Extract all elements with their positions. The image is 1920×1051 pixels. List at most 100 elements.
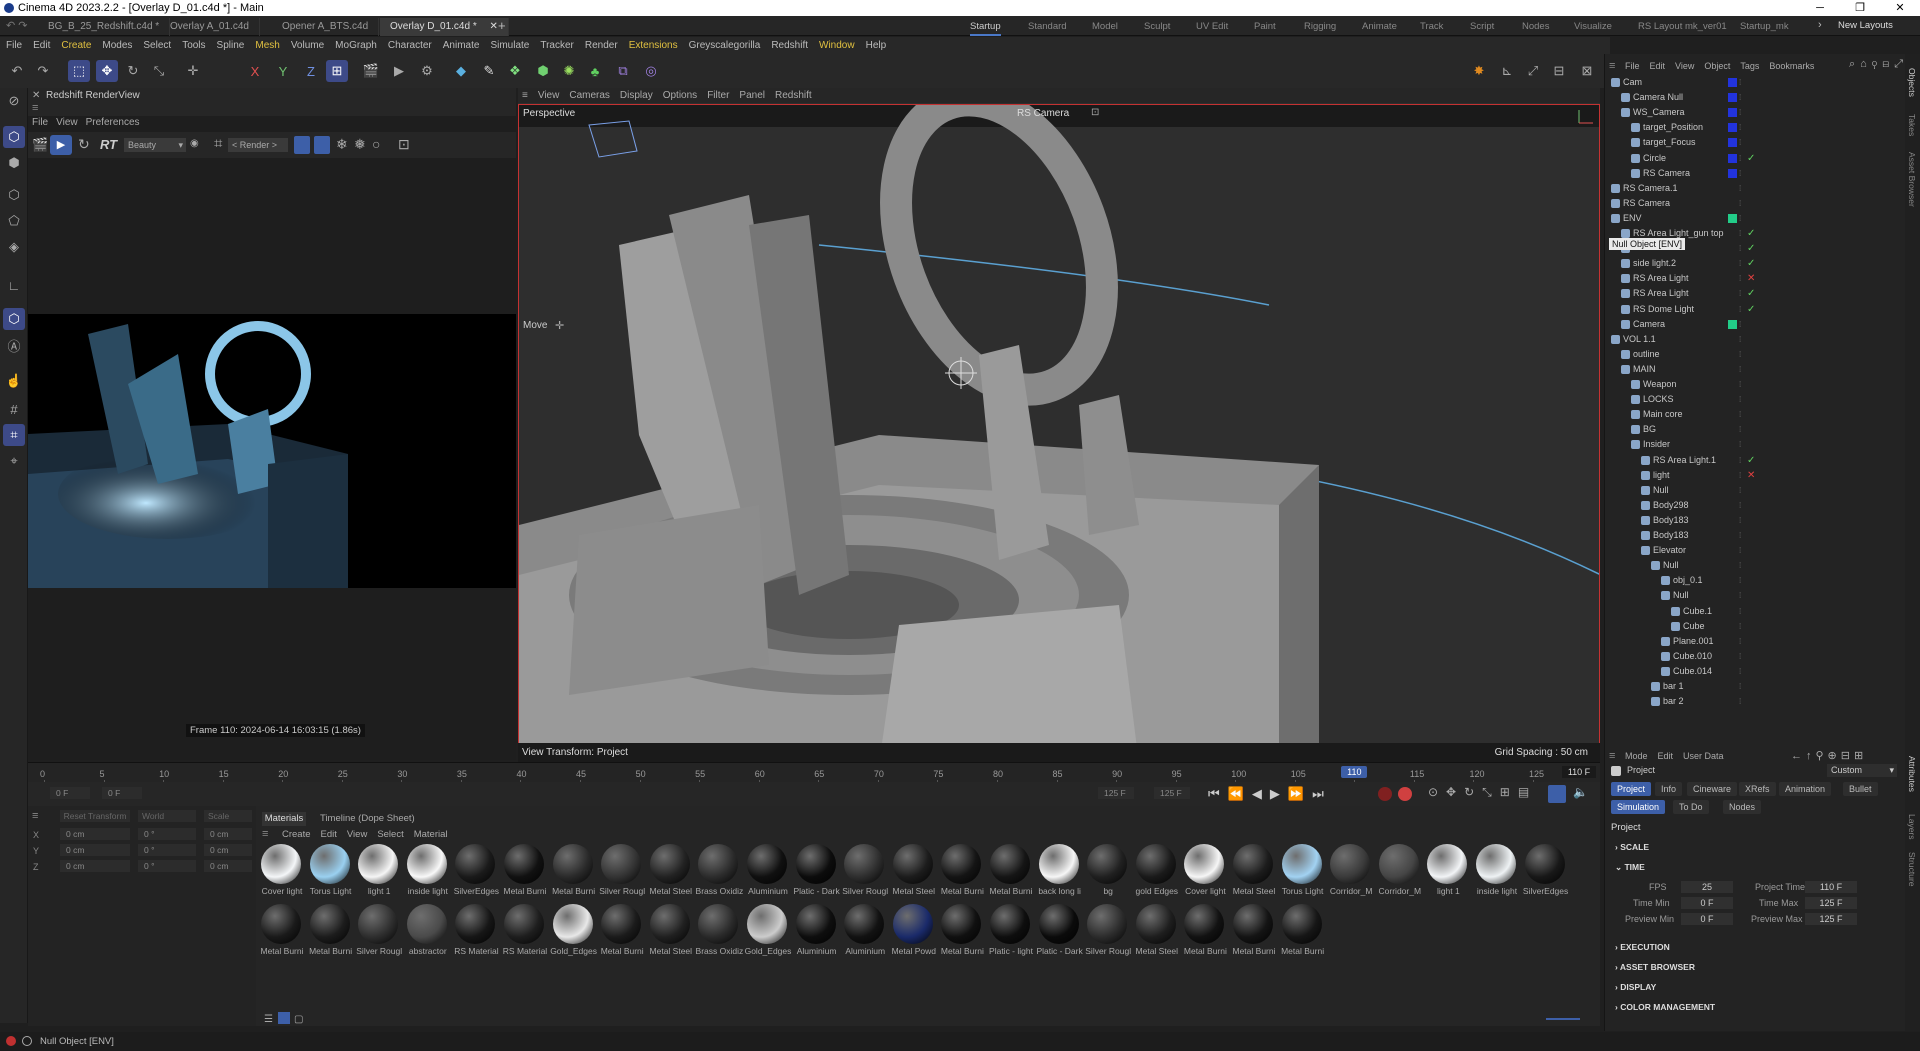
camera-icon[interactable]: ⊡: [1091, 107, 1099, 118]
tab-opener-a[interactable]: Opener A_BTS.c4d: [272, 18, 380, 36]
visibility-dots-icon[interactable]: ⁞: [1739, 634, 1741, 649]
visibility-dots-icon[interactable]: ⁞: [1739, 151, 1741, 166]
object-row[interactable]: BG ⁞: [1605, 422, 1905, 437]
menu-greyscalegorilla[interactable]: Greyscalegorilla: [689, 40, 761, 51]
mat-menu-view[interactable]: View: [347, 829, 367, 840]
material-swatch[interactable]: Metal Burni: [501, 844, 547, 904]
y-axis-icon[interactable]: Y: [272, 60, 294, 82]
visibility-dots-icon[interactable]: ⁞: [1739, 619, 1741, 634]
layout-sculpt[interactable]: Sculpt: [1144, 18, 1170, 36]
workplane-icon[interactable]: ⊾: [1496, 60, 1518, 82]
object-row[interactable]: RS Dome Light ⁞ ✓: [1605, 302, 1905, 317]
visibility-dots-icon[interactable]: ⁞: [1739, 347, 1741, 362]
timeline-current-frame[interactable]: 110: [1341, 766, 1368, 778]
vp-menu-cameras[interactable]: Cameras: [569, 90, 610, 101]
object-row[interactable]: Cube.014 ⁞: [1605, 664, 1905, 679]
object-row[interactable]: RS Area Light ⁞ ✓: [1605, 286, 1905, 301]
visibility-dots-icon[interactable]: ⁞: [1739, 256, 1741, 271]
close-icon[interactable]: ✕: [1880, 0, 1920, 16]
fps-field[interactable]: 25: [1681, 881, 1733, 893]
side-tab-objects[interactable]: Objects: [1907, 68, 1917, 97]
object-row[interactable]: Null ⁞: [1605, 558, 1905, 573]
layout-nodes[interactable]: Nodes: [1522, 18, 1549, 36]
visibility-dots-icon[interactable]: ⁞: [1739, 498, 1741, 513]
z-axis-icon[interactable]: Z: [300, 60, 322, 82]
menu-spline[interactable]: Spline: [217, 40, 245, 51]
material-swatch[interactable]: Corridor_M: [1376, 844, 1422, 904]
scale-y-field[interactable]: 0 cm: [204, 844, 252, 856]
disabled-x-icon[interactable]: ✕: [1747, 468, 1755, 483]
layouts-chevron-icon[interactable]: ›: [1818, 19, 1822, 31]
object-row[interactable]: obj_0.1 ⁞: [1605, 573, 1905, 588]
object-row[interactable]: Elevator ⁞: [1605, 543, 1905, 558]
menu-mograph[interactable]: MoGraph: [335, 40, 377, 51]
attr-menu-mode[interactable]: Mode: [1625, 751, 1648, 761]
material-swatch[interactable]: Platic - light: [987, 904, 1033, 964]
cloner-icon[interactable]: ✺: [558, 60, 580, 82]
material-swatch[interactable]: Metal Steel: [890, 844, 936, 904]
layout-model[interactable]: Model: [1092, 18, 1118, 36]
undo-icon[interactable]: ↶: [6, 60, 28, 82]
material-swatch[interactable]: inside light: [404, 844, 450, 904]
visibility-dots-icon[interactable]: ⁞: [1739, 437, 1741, 452]
material-swatch[interactable]: Metal Burni: [938, 844, 984, 904]
coord-space-dropdown[interactable]: World: [138, 810, 196, 822]
fit-view-icon[interactable]: ⊡: [398, 136, 410, 153]
layout-startup-mk[interactable]: Startup_mk: [1740, 18, 1789, 36]
menu-redshift[interactable]: Redshift: [771, 40, 808, 51]
mat-menu-select[interactable]: Select: [377, 829, 403, 840]
visibility-dots-icon[interactable]: ⁞: [1739, 573, 1741, 588]
material-swatch[interactable]: SilverEdges: [452, 844, 499, 904]
cube-icon[interactable]: ◆: [450, 60, 472, 82]
vp-menu-options[interactable]: Options: [663, 90, 697, 101]
object-row[interactable]: RS Camera.1 ⁞: [1605, 181, 1905, 196]
extrude-icon[interactable]: ⬢: [532, 60, 554, 82]
material-swatch[interactable]: Metal Burni: [550, 844, 596, 904]
preview-max-field[interactable]: 125 F: [1805, 913, 1857, 925]
section-color-management[interactable]: › COLOR MANAGEMENT: [1615, 1002, 1715, 1012]
clapper-icon[interactable]: 🎬: [32, 137, 48, 153]
start-render-icon[interactable]: ▶: [50, 135, 72, 155]
undo-history-icon[interactable]: ↶ ↷: [6, 19, 28, 32]
material-swatch[interactable]: Silver Rougl: [1084, 904, 1131, 964]
layout-startup[interactable]: Startup: [970, 18, 1001, 36]
section-asset-browser[interactable]: › ASSET BROWSER: [1615, 962, 1695, 972]
vp-menu-panel[interactable]: Panel: [739, 90, 765, 101]
rt-toggle[interactable]: RT: [100, 137, 117, 152]
object-row[interactable]: RS Camera ⁞: [1605, 196, 1905, 211]
menu-select[interactable]: Select: [143, 40, 171, 51]
rv-menu-file[interactable]: File: [32, 117, 48, 131]
material-swatch[interactable]: Metal Steel: [647, 844, 693, 904]
position-z-field[interactable]: 0 cm: [60, 860, 130, 872]
object-row[interactable]: Insider ⁞: [1605, 437, 1905, 452]
locked-workplane-icon[interactable]: ⊟: [1548, 60, 1570, 82]
object-row[interactable]: bar 2 ⁞: [1605, 694, 1905, 709]
object-row[interactable]: RS Area Light.1 ⁞ ✓: [1605, 453, 1905, 468]
tab-animation[interactable]: Animation: [1779, 782, 1832, 796]
visibility-dots-icon[interactable]: ⁞: [1739, 407, 1741, 422]
snowflake-icon[interactable]: ❄: [336, 136, 348, 153]
material-swatch[interactable]: Aluminium: [744, 844, 790, 904]
material-swatch[interactable]: Metal Steel: [1230, 844, 1276, 904]
material-swatch[interactable]: Metal Burni: [938, 904, 984, 964]
material-swatch[interactable]: light 1: [355, 844, 401, 904]
layout-script[interactable]: Script: [1470, 18, 1494, 36]
playback-controls-icon[interactable]: ⏮⏪◀▶⏩⏭: [1208, 786, 1332, 802]
enabled-check-icon[interactable]: ✓: [1747, 256, 1755, 271]
material-swatch[interactable]: Aluminium: [841, 904, 887, 964]
visibility-dots-icon[interactable]: ⁞: [1739, 453, 1741, 468]
freeze-icon[interactable]: ❅: [354, 136, 366, 153]
material-swatch[interactable]: Silver Rougl: [598, 844, 645, 904]
side-tab-structure[interactable]: Structure: [1907, 852, 1917, 887]
layout-visualize[interactable]: Visualize: [1574, 18, 1612, 36]
material-swatch[interactable]: Torus Light: [1279, 844, 1325, 904]
layout-paint[interactable]: Paint: [1254, 18, 1276, 36]
reset-transform-button[interactable]: Reset Transform: [60, 810, 130, 822]
attr-menu-user-data[interactable]: User Data: [1683, 751, 1724, 761]
edges-mode-icon[interactable]: ⬠: [3, 210, 25, 232]
enabled-check-icon[interactable]: ✓: [1747, 226, 1755, 241]
hamburger-icon[interactable]: ≡: [32, 102, 38, 114]
deformer-icon[interactable]: ♣: [584, 60, 606, 82]
visibility-dots-icon[interactable]: ⁞: [1739, 604, 1741, 619]
minimize-icon[interactable]: ─: [1800, 0, 1840, 16]
